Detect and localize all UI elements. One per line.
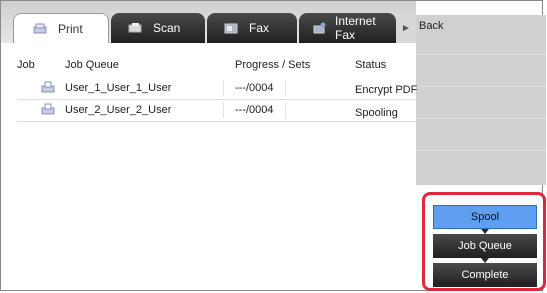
- right-action-panel: Back: [416, 15, 546, 185]
- column-divider: [285, 102, 286, 118]
- tab-internet-fax[interactable]: Internet Fax: [299, 13, 396, 43]
- fax-icon: [223, 22, 239, 34]
- header-progress: Progress / Sets: [235, 59, 311, 71]
- header-job-queue: Job Queue: [65, 59, 119, 71]
- tab-scan-label: Scan: [153, 21, 181, 35]
- spool-button-label: Spool: [470, 211, 500, 223]
- tab-print-label: Print: [58, 21, 83, 36]
- table-row[interactable]: User_1_User_1_User ---/0004 Encrypt PDF: [17, 77, 417, 100]
- job-queue-button[interactable]: Job Queue: [433, 234, 537, 258]
- tab-scan[interactable]: Scan: [111, 13, 205, 43]
- right-panel-slot-2: [416, 87, 546, 119]
- row-job-name: User_2_User_2_User: [65, 104, 172, 116]
- column-divider: [223, 102, 224, 118]
- tab-print[interactable]: Print: [13, 13, 109, 43]
- table-row[interactable]: User_2_User_2_User ---/0004 Spooling: [17, 99, 417, 122]
- tab-scroll-right-button[interactable]: ►: [396, 13, 416, 43]
- job-queue-button-label: Job Queue: [458, 240, 512, 252]
- print-job-icon: [41, 81, 55, 95]
- row-status: Encrypt PDF: [355, 84, 418, 96]
- header-job: Job: [17, 59, 35, 71]
- back-button[interactable]: Back: [416, 15, 546, 55]
- internet-fax-icon: [311, 22, 327, 34]
- right-panel-slot-1: [416, 55, 546, 87]
- row-status: Spooling: [355, 107, 398, 119]
- column-divider: [285, 80, 286, 96]
- column-divider: [223, 80, 224, 96]
- row-progress: ---/0004: [235, 104, 274, 116]
- printer-icon: [32, 23, 48, 35]
- right-panel-slot-3: [416, 119, 546, 151]
- print-job-icon: [41, 103, 55, 117]
- complete-button[interactable]: Complete: [433, 263, 537, 287]
- job-status-selector: Spool Job Queue Complete: [422, 192, 546, 291]
- tab-fax-label: Fax: [249, 21, 270, 35]
- tab-internet-fax-label: Internet Fax: [335, 14, 376, 42]
- spool-button[interactable]: Spool: [433, 205, 537, 229]
- row-job-name: User_1_User_1_User: [65, 82, 172, 94]
- scan-icon: [127, 22, 143, 34]
- back-button-label: Back: [419, 20, 444, 32]
- tab-fax[interactable]: Fax: [207, 13, 297, 43]
- chevron-right-icon: ►: [401, 22, 411, 34]
- header-status: Status: [355, 59, 387, 71]
- complete-button-label: Complete: [461, 269, 509, 281]
- row-progress: ---/0004: [235, 82, 274, 94]
